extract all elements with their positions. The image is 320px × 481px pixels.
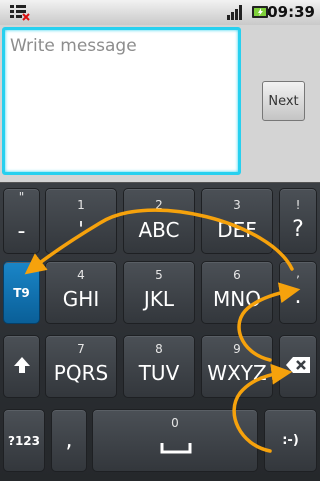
key-3-digit: 3 bbox=[233, 198, 241, 212]
key-9-digit: 9 bbox=[233, 342, 241, 356]
key-7[interactable]: 7 PQRS bbox=[45, 335, 117, 398]
key-2-digit: 2 bbox=[155, 198, 163, 212]
next-button[interactable]: Next bbox=[262, 81, 305, 121]
key-2[interactable]: 2 ABC bbox=[123, 188, 195, 254]
key-1-label: ' bbox=[78, 217, 84, 241]
symbols-label: ?123 bbox=[7, 433, 40, 448]
key-6-label: MNO bbox=[213, 287, 261, 311]
key-1-digit: 1 bbox=[77, 198, 85, 212]
key-9-label: WXYZ bbox=[207, 361, 267, 385]
compose-area: Next bbox=[0, 25, 320, 182]
message-input[interactable] bbox=[2, 27, 241, 175]
space-key[interactable]: 0 bbox=[92, 409, 258, 472]
key-9[interactable]: 9 WXYZ bbox=[201, 335, 273, 398]
key-3-label: DEF bbox=[217, 218, 257, 242]
key-1[interactable]: 1 ' bbox=[45, 188, 117, 254]
key-5-label: JKL bbox=[143, 287, 175, 311]
key-5-digit: 5 bbox=[155, 268, 163, 282]
key-question-alt: ! bbox=[295, 198, 301, 212]
key-8[interactable]: 8 TUV bbox=[123, 335, 195, 398]
key-period-label: . bbox=[294, 284, 302, 309]
shift-key[interactable] bbox=[3, 335, 40, 398]
key-7-label: PQRS bbox=[53, 361, 109, 385]
key-6[interactable]: 6 MNO bbox=[201, 261, 273, 324]
key-5[interactable]: 5 JKL bbox=[123, 261, 195, 324]
notification-icon bbox=[8, 3, 30, 25]
backspace-icon bbox=[285, 356, 311, 378]
key-6-digit: 6 bbox=[233, 268, 241, 282]
space-key-digit: 0 bbox=[171, 416, 179, 430]
key-question[interactable]: ! ? bbox=[279, 188, 317, 254]
symbols-key[interactable]: ?123 bbox=[3, 409, 45, 472]
backspace-key[interactable] bbox=[279, 335, 317, 398]
emoticon-label: :-) bbox=[282, 433, 299, 448]
status-bar: 09:39 bbox=[0, 0, 320, 26]
space-bar-icon bbox=[160, 440, 192, 459]
key-8-digit: 8 bbox=[155, 342, 163, 356]
key-dash-label: - bbox=[17, 219, 26, 244]
signal-icon bbox=[226, 3, 244, 25]
keyboard: " - 1 ' 2 ABC 3 DEF ! ? T9 4 GHI 5 JKL 6… bbox=[0, 182, 320, 481]
key-8-label: TUV bbox=[138, 361, 180, 385]
clock: 09:39 bbox=[267, 3, 315, 21]
key-question-label: ? bbox=[292, 217, 304, 242]
shift-arrow-icon bbox=[12, 355, 32, 379]
key-period-alt: , bbox=[296, 266, 300, 280]
t9-label: T9 bbox=[13, 285, 30, 300]
key-dash-alt: " bbox=[18, 190, 25, 204]
key-3[interactable]: 3 DEF bbox=[201, 188, 273, 254]
key-comma[interactable]: , bbox=[51, 409, 87, 472]
key-2-label: ABC bbox=[138, 218, 180, 242]
key-dash[interactable]: " - bbox=[3, 188, 40, 254]
key-4-digit: 4 bbox=[77, 268, 85, 282]
key-4-label: GHI bbox=[62, 287, 100, 311]
emoticon-key[interactable]: :-) bbox=[264, 409, 317, 472]
key-comma-label: , bbox=[65, 428, 73, 453]
key-4[interactable]: 4 GHI bbox=[45, 261, 117, 324]
key-7-digit: 7 bbox=[77, 342, 85, 356]
key-period[interactable]: , . bbox=[279, 261, 317, 324]
t9-toggle-key[interactable]: T9 bbox=[3, 261, 40, 324]
